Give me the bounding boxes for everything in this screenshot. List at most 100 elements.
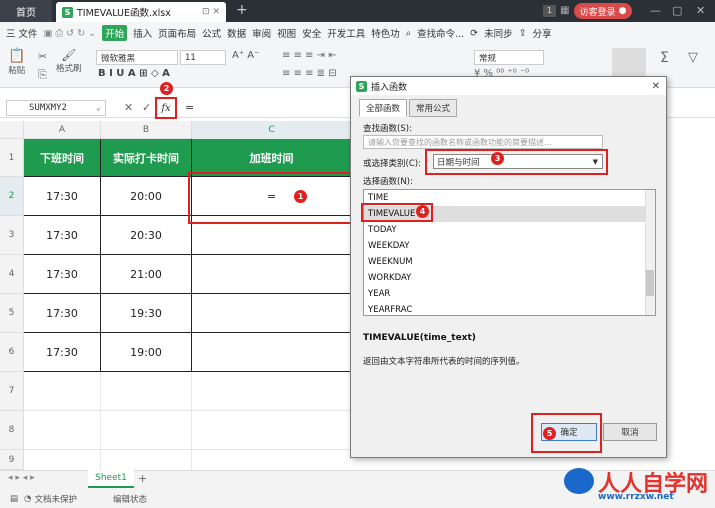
maximize-icon[interactable]: ▢ <box>672 4 682 17</box>
cancel-button[interactable]: 取消 <box>603 423 657 441</box>
menu-start[interactable]: 开始 <box>102 25 128 41</box>
table-cell[interactable]: 17:30 <box>24 255 101 294</box>
font-grow-icons[interactable]: A⁺ A⁻ <box>232 50 259 61</box>
marker-3: 3 <box>491 152 504 165</box>
column-header-a[interactable]: A <box>24 121 101 139</box>
size-value: 11 <box>185 52 196 63</box>
menu-insert[interactable]: 插入 <box>133 26 152 40</box>
list-item[interactable]: WEEKNUM <box>364 254 655 270</box>
add-sheet-button[interactable]: + <box>138 472 147 485</box>
align-icons[interactable]: ≡ ≡ ≡ ⇥ ⇤ <box>282 50 337 61</box>
select-function-label: 选择函数(N): <box>363 177 413 187</box>
table-cell[interactable]: 17:30 <box>24 177 101 216</box>
row-header-7[interactable]: 7 <box>0 372 24 411</box>
font-select[interactable]: 微软雅黑 <box>96 50 178 65</box>
copy-icon[interactable]: ⎘ <box>38 68 47 82</box>
sync-status[interactable]: 未同步 <box>484 26 513 40</box>
new-tab-button[interactable]: + <box>236 2 248 18</box>
table-cell[interactable]: 20:30 <box>101 216 192 255</box>
table-cell[interactable]: 17:30 <box>24 294 101 333</box>
column-header-b[interactable]: B <box>101 121 192 139</box>
format-painter-button[interactable]: 🖌 格式刷 <box>56 48 82 74</box>
home-tab[interactable]: 首页 <box>0 0 52 22</box>
confirm-icon[interactable]: ✓ <box>142 101 151 114</box>
cut-icon[interactable]: ✂ <box>38 50 47 63</box>
menu-special[interactable]: 特色功 <box>371 26 400 40</box>
list-item[interactable]: WORKDAY <box>364 270 655 286</box>
highlight-category <box>425 149 608 175</box>
protect-status[interactable]: 文档未保护 <box>34 493 77 505</box>
list-item[interactable]: YEAR <box>364 286 655 302</box>
row-header-6[interactable]: 6 <box>0 333 24 372</box>
sheet-tab-sheet1[interactable]: Sheet1 <box>88 470 134 488</box>
table-cell[interactable]: 19:30 <box>101 294 192 333</box>
menu-layout[interactable]: 页面布局 <box>158 26 196 40</box>
text-style-icons[interactable]: B I U A ⊞ ◇ A <box>98 68 170 79</box>
toolbar-quick-icons[interactable]: ▣ ⎙ ↺ ↻ ⌄ <box>44 28 97 39</box>
list-item[interactable]: TODAY <box>364 222 655 238</box>
scrollbar-thumb[interactable] <box>646 270 654 296</box>
login-button[interactable]: 访客登录 ● <box>574 3 632 19</box>
close-window-icon[interactable]: ✕ <box>696 4 705 17</box>
minimize-icon[interactable]: — <box>650 4 661 17</box>
file-tab[interactable]: S TIMEVALUE函数.xlsx ⊡ ✕ <box>56 2 226 22</box>
number-format-select[interactable]: 常规 <box>474 50 544 65</box>
name-box[interactable]: SUMXMY2 ⌄ <box>6 100 106 116</box>
menu-security[interactable]: 安全 <box>302 26 321 40</box>
sum-icon[interactable]: Σ <box>660 50 669 66</box>
menu-review[interactable]: 审阅 <box>252 26 271 40</box>
grid-icon[interactable]: ▦ <box>560 5 569 16</box>
list-item[interactable]: WEEKDAY <box>364 238 655 254</box>
font-size-select[interactable]: 11 <box>180 50 226 65</box>
row-header-9[interactable]: 9 <box>0 450 24 470</box>
formula-content[interactable]: = <box>185 101 194 114</box>
sync-icon[interactable]: ⟳ <box>470 28 478 39</box>
menu-data[interactable]: 数据 <box>227 26 246 40</box>
menu-dev[interactable]: 开发工具 <box>327 26 365 40</box>
table-cell[interactable]: 19:00 <box>101 333 192 372</box>
search-command[interactable]: 查找命令... <box>417 26 464 40</box>
column-header-c[interactable]: C <box>192 121 352 139</box>
list-scrollbar[interactable] <box>645 190 655 315</box>
dialog-title-bar[interactable]: S 插入函数 ✕ <box>351 77 666 95</box>
share-icon[interactable]: ⇪ <box>519 28 527 39</box>
row-header-4[interactable]: 4 <box>0 255 24 294</box>
row-header-2[interactable]: 2 <box>0 177 24 216</box>
table-cell[interactable]: 20:00 <box>101 177 192 216</box>
tab-common-formulas[interactable]: 常用公式 <box>409 99 458 117</box>
filter-icon[interactable]: ▽ <box>688 50 698 65</box>
list-item[interactable]: YEARFRAC <box>364 302 655 315</box>
cancel-icon[interactable]: ✕ <box>124 101 133 114</box>
header-cell-a[interactable]: 下班时间 <box>24 139 101 177</box>
row-header-5[interactable]: 5 <box>0 294 24 333</box>
highlight-c2 <box>188 172 354 224</box>
tab-all-functions[interactable]: 全部函数 <box>359 99 408 117</box>
menu-view[interactable]: 视图 <box>277 26 296 40</box>
menu-formula[interactable]: 公式 <box>202 26 221 40</box>
row-header-8[interactable]: 8 <box>0 411 24 450</box>
window-count-badge[interactable]: 1 <box>543 5 556 17</box>
sheet-nav-icons[interactable]: ◂ ▸ ◂ ▸ <box>8 473 35 483</box>
row-header-1[interactable]: 1 <box>0 139 24 177</box>
table-cell[interactable] <box>192 255 352 294</box>
row-header-3[interactable]: 3 <box>0 216 24 255</box>
share-button[interactable]: 分享 <box>533 26 552 40</box>
paste-button[interactable]: 📋 粘贴 <box>8 48 25 76</box>
header-cell-b[interactable]: 实际打卡时间 <box>101 139 192 177</box>
function-description: 返回由文本字符串所代表的时间的序列值。 <box>363 357 525 367</box>
close-icon[interactable]: ⊡ ✕ <box>202 7 220 17</box>
search-icon[interactable]: ⌕ <box>406 28 411 39</box>
table-cell[interactable]: 21:00 <box>101 255 192 294</box>
close-icon[interactable]: ✕ <box>652 81 660 92</box>
marker-4: 4 <box>416 205 429 218</box>
table-cell[interactable]: 17:30 <box>24 216 101 255</box>
align-icons-2[interactable]: ≡ ≡ ≡ ≣ ⊟ <box>282 68 337 79</box>
edit-mode: 编辑状态 <box>112 495 147 505</box>
select-all-corner[interactable] <box>0 121 24 139</box>
table-cell[interactable]: 17:30 <box>24 333 101 372</box>
chevron-down-icon[interactable]: ⌄ <box>96 103 101 113</box>
table-cell[interactable] <box>192 333 352 372</box>
menu-file[interactable]: 三 文件 <box>6 26 38 40</box>
table-cell[interactable] <box>192 294 352 333</box>
function-search-input[interactable]: 请输入您要查找的函数名称或函数功能的简要描述... <box>363 135 603 149</box>
